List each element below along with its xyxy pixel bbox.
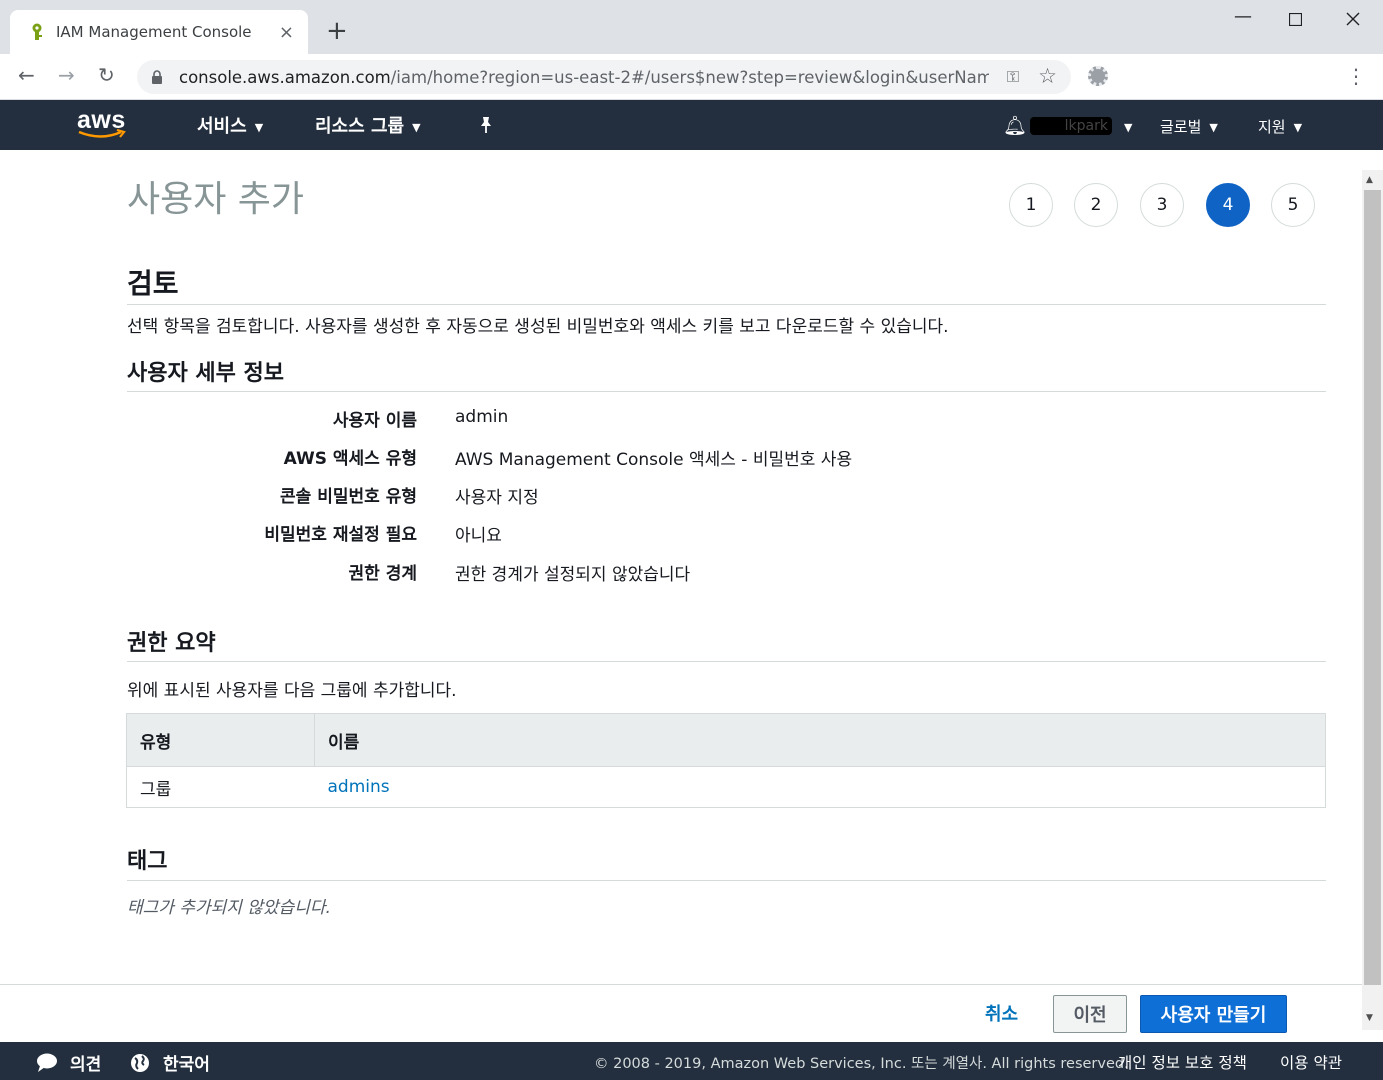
review-heading: 검토 bbox=[127, 267, 179, 300]
wizard-step-5[interactable]: 5 bbox=[1271, 183, 1315, 227]
account-menu[interactable]: lkpark bbox=[1030, 117, 1112, 135]
globe-icon bbox=[131, 1053, 149, 1072]
feedback-button[interactable]: 의견 bbox=[36, 1050, 101, 1075]
url-text: console.aws.amazon.com/iam/home?region=u… bbox=[179, 67, 989, 87]
previous-button[interactable]: 이전 bbox=[1053, 995, 1127, 1033]
region-menu[interactable]: 글로벌 ▼ bbox=[1160, 116, 1218, 137]
bookmark-star-icon[interactable]: ☆ bbox=[1038, 64, 1057, 88]
wizard-step-3[interactable]: 3 bbox=[1140, 183, 1184, 227]
chevron-down-icon: ▼ bbox=[254, 120, 264, 134]
create-user-button[interactable]: 사용자 만들기 bbox=[1140, 995, 1287, 1033]
chevron-down-icon: ▼ bbox=[412, 120, 421, 134]
chevron-down-icon: ▼ bbox=[1209, 121, 1218, 134]
pin-icon[interactable] bbox=[478, 116, 494, 134]
iam-favicon-icon bbox=[32, 23, 42, 40]
permissions-description: 위에 표시된 사용자를 다음 그룹에 추가합니다. bbox=[127, 681, 457, 701]
tags-empty-message: 태그가 추가되지 않았습니다. bbox=[127, 898, 331, 918]
lock-icon bbox=[152, 70, 162, 84]
detail-label-username: 사용자 이름 bbox=[332, 411, 417, 431]
extension-icon[interactable] bbox=[1088, 66, 1108, 86]
divider bbox=[127, 880, 1326, 881]
divider bbox=[127, 661, 1326, 662]
browser-tab[interactable]: IAM Management Console × bbox=[10, 10, 308, 54]
password-key-icon[interactable]: ⚿ bbox=[1007, 67, 1019, 87]
review-description: 선택 항목을 검토합니다. 사용자를 생성한 후 자동으로 생성된 비밀번호와 … bbox=[127, 317, 949, 337]
column-header-name: 이름 bbox=[314, 713, 1326, 767]
support-menu[interactable]: 지원 ▼ bbox=[1258, 116, 1302, 137]
privacy-policy-link[interactable]: 개인 정보 보호 정책 bbox=[1118, 1051, 1247, 1073]
chevron-down-icon: ▼ bbox=[1293, 121, 1303, 134]
resource-groups-menu[interactable]: 리소스 그룹 ▼ bbox=[315, 112, 421, 138]
detail-value-password-reset: 아니요 bbox=[455, 526, 502, 546]
cell-type: 그룹 bbox=[126, 766, 315, 808]
browser-tab-bar: IAM Management Console × + — bbox=[0, 0, 1383, 54]
divider bbox=[127, 304, 1326, 305]
detail-label-permission-boundary: 권한 경계 bbox=[348, 564, 417, 584]
wizard-action-bar: 취소 이전 사용자 만들기 bbox=[0, 984, 1362, 1042]
scrollbar-thumb[interactable] bbox=[1364, 190, 1381, 985]
scroll-down-icon[interactable]: ▼ bbox=[1366, 1013, 1373, 1023]
detail-value-username: admin bbox=[455, 407, 509, 427]
console-footer: 의견 한국어 © 2008 - 2019, Amazon Web Service… bbox=[0, 1042, 1383, 1080]
user-details-heading: 사용자 세부 정보 bbox=[127, 361, 284, 386]
detail-value-permission-boundary: 권한 경계가 설정되지 않았습니다 bbox=[455, 565, 691, 585]
notifications-bell-icon[interactable]: 🔔︎ bbox=[1003, 114, 1027, 137]
table-header-row: 유형 이름 bbox=[126, 713, 1326, 767]
permissions-table: 유형 이름 그룹 admins bbox=[126, 713, 1326, 808]
aws-logo[interactable]: aws bbox=[77, 106, 127, 139]
terms-link[interactable]: 이용 약관 bbox=[1280, 1051, 1342, 1073]
copyright-text: © 2008 - 2019, Amazon Web Services, Inc.… bbox=[594, 1056, 1129, 1072]
divider bbox=[127, 391, 1326, 392]
wizard-step-2[interactable]: 2 bbox=[1074, 183, 1118, 227]
browser-menu-icon[interactable]: ⋮ bbox=[1346, 64, 1366, 88]
address-bar[interactable]: console.aws.amazon.com/iam/home?region=u… bbox=[137, 60, 1071, 94]
wizard-step-1[interactable]: 1 bbox=[1009, 183, 1053, 227]
minimize-icon[interactable]: — bbox=[1234, 6, 1252, 27]
maximize-icon[interactable] bbox=[1289, 13, 1302, 26]
group-link-admins[interactable]: admins bbox=[328, 777, 390, 797]
wizard-step-4[interactable]: 4 bbox=[1206, 183, 1250, 227]
cancel-button[interactable]: 취소 bbox=[985, 1000, 1018, 1026]
back-icon[interactable]: ← bbox=[18, 63, 35, 87]
detail-label-access-type: AWS 액세스 유형 bbox=[283, 449, 417, 469]
speech-bubble-icon bbox=[37, 1053, 57, 1072]
permissions-summary-heading: 권한 요약 bbox=[127, 631, 216, 656]
detail-label-password-reset: 비밀번호 재설정 필요 bbox=[264, 525, 417, 545]
language-selector[interactable]: 한국어 bbox=[130, 1050, 210, 1075]
column-header-type: 유형 bbox=[126, 713, 315, 767]
tab-close-icon[interactable]: × bbox=[279, 22, 294, 43]
forward-icon[interactable]: → bbox=[58, 63, 75, 87]
chevron-down-icon[interactable]: ▼ bbox=[1116, 118, 1132, 136]
new-tab-icon[interactable]: + bbox=[326, 16, 348, 46]
services-menu[interactable]: 서비스 ▼ bbox=[197, 112, 263, 138]
aws-top-nav: aws 서비스 ▼ 리소스 그룹 ▼ 🔔︎ lkpark ▼ 글로벌 ▼ 지원 ▼ bbox=[0, 100, 1383, 150]
detail-value-password-type: 사용자 지정 bbox=[455, 488, 539, 508]
tags-heading: 태그 bbox=[127, 849, 168, 874]
browser-toolbar: ← → ↻ console.aws.amazon.com/iam/home?re… bbox=[0, 54, 1383, 100]
tab-title: IAM Management Console bbox=[56, 23, 252, 41]
page-title: 사용자 추가 bbox=[127, 179, 305, 220]
cell-name: admins bbox=[314, 766, 1326, 808]
reload-icon[interactable]: ↻ bbox=[98, 63, 115, 87]
table-row: 그룹 admins bbox=[126, 766, 1326, 808]
detail-label-password-type: 콘솔 비밀번호 유형 bbox=[280, 487, 417, 507]
scroll-up-icon[interactable]: ▲ bbox=[1366, 175, 1373, 185]
detail-value-access-type: AWS Management Console 액세스 - 비밀번호 사용 bbox=[455, 450, 853, 470]
window-close-icon[interactable] bbox=[1346, 12, 1360, 26]
